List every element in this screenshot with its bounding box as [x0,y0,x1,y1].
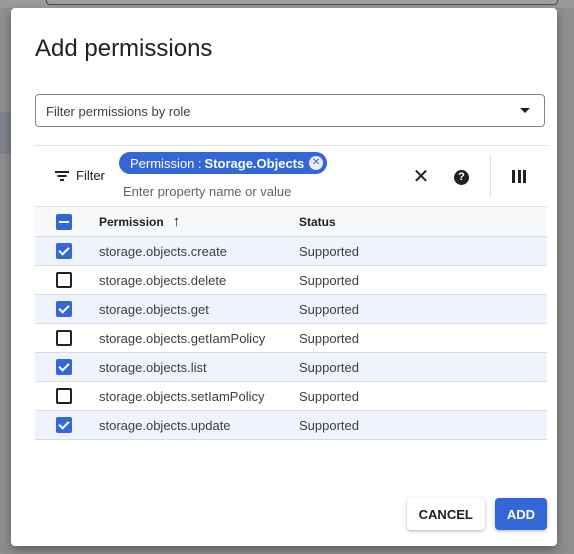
status-column-header: Status [299,206,547,237]
dialog-actions: CANCEL ADD [406,498,547,530]
permission-status: Supported [299,294,547,324]
table-header-row: Permission ↑ Status [35,206,547,237]
row-checkbox[interactable] [56,243,72,259]
permission-name: storage.objects.setIamPolicy [99,381,299,411]
filter-button[interactable]: Filter [55,168,105,183]
table-row[interactable]: storage.objects.setIamPolicy Supported [35,381,547,411]
row-checkbox[interactable] [56,301,72,317]
permission-column-header[interactable]: Permission ↑ [99,206,299,237]
role-filter-select[interactable]: Filter permissions by role [35,94,545,127]
permission-status: Supported [299,352,547,382]
add-permissions-dialog: Add permissions Filter permissions by ro… [11,8,557,546]
filter-bar: Filter Permission : Storage.Objects ✕ ✕ … [35,145,547,207]
row-checkbox[interactable] [56,359,72,375]
table-row[interactable]: storage.objects.list Supported [35,352,547,382]
filter-chip-key: Permission : [130,155,202,171]
table-row[interactable]: storage.objects.get Supported [35,294,547,324]
permission-name: storage.objects.create [99,236,299,266]
filter-property-input[interactable] [123,184,383,199]
background-field [46,0,558,5]
filter-chip[interactable]: Permission : Storage.Objects ✕ [119,152,328,174]
sort-ascending-icon[interactable]: ↑ [173,213,181,230]
permission-name: storage.objects.delete [99,265,299,295]
permission-name: storage.objects.getIamPolicy [99,323,299,353]
columns-icon[interactable] [512,170,526,183]
role-filter-placeholder: Filter permissions by role [46,104,191,119]
permission-status: Supported [299,323,547,353]
permission-status: Supported [299,410,547,440]
permission-name: storage.objects.update [99,410,299,440]
filter-label: Filter [76,168,105,183]
select-all-checkbox[interactable] [56,213,72,230]
add-button[interactable]: ADD [494,498,547,530]
remove-chip-icon[interactable]: ✕ [309,156,324,170]
permission-status: Supported [299,265,547,295]
row-checkbox[interactable] [56,272,72,288]
permission-status: Supported [299,381,547,411]
dialog-title: Add permissions [35,35,213,62]
toolbar-divider [490,154,491,198]
cancel-button[interactable]: CANCEL [406,498,485,530]
filter-chip-value: Storage.Objects [204,155,305,171]
row-checkbox[interactable] [56,417,72,433]
dropdown-caret-icon [520,108,530,113]
row-checkbox[interactable] [56,388,72,404]
table-row[interactable]: storage.objects.create Supported [35,236,547,266]
filter-icon [55,170,69,181]
table-row[interactable]: storage.objects.getIamPolicy Supported [35,323,547,353]
permission-name: storage.objects.get [99,294,299,324]
permission-name: storage.objects.list [99,352,299,382]
row-checkbox[interactable] [56,330,72,346]
clear-filter-icon[interactable]: ✕ [412,167,430,187]
permission-status: Supported [299,236,547,266]
help-icon[interactable]: ? [454,170,469,185]
table-row[interactable]: storage.objects.delete Supported [35,265,547,295]
permissions-table: Permission ↑ Status storage.objects.creat… [35,206,547,440]
table-row[interactable]: storage.objects.update Supported [35,410,547,440]
